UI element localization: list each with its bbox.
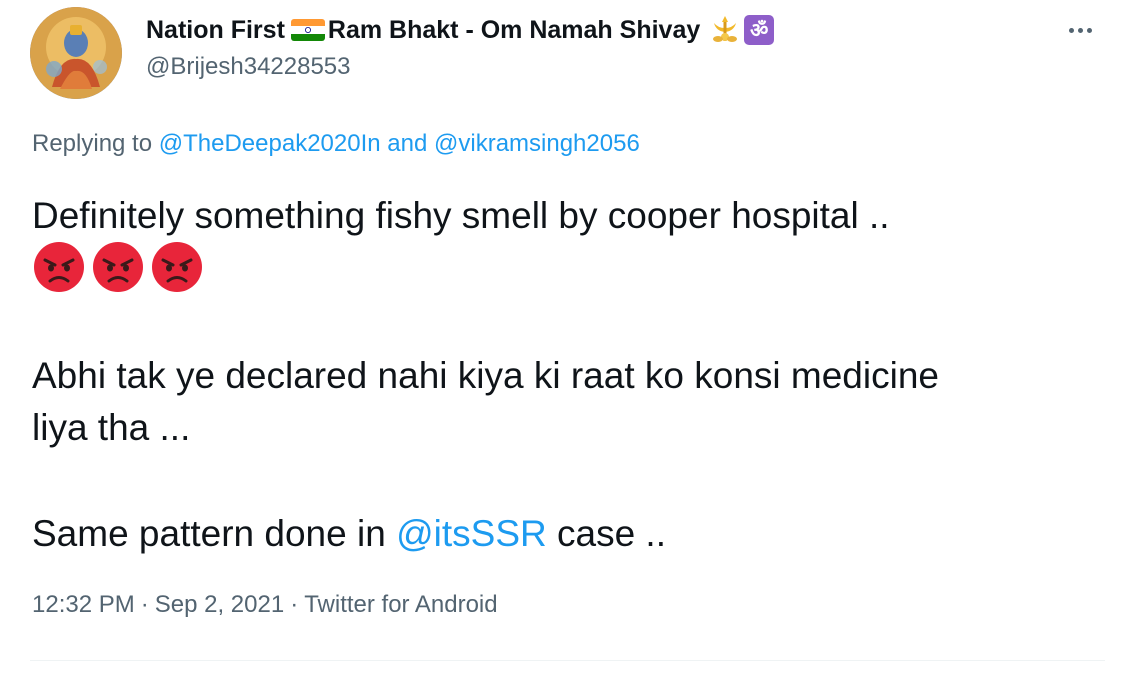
divider (30, 660, 1105, 661)
mention-itsssr[interactable]: @itsSSR (396, 513, 547, 554)
tweet-text-line-4-before: Same pattern done in (32, 513, 386, 554)
avatar[interactable] (30, 7, 122, 99)
tweet-text-line-1: Definitely something fishy smell by coop… (32, 195, 890, 236)
tweet-text-line-2: Abhi tak ye declared nahi kiya ki raat k… (32, 355, 939, 396)
angry-face-icon (34, 242, 84, 292)
tweet-date[interactable]: Sep 2, 2021 (155, 591, 284, 618)
avatar-image (30, 7, 122, 99)
angry-face-icon (152, 242, 202, 292)
display-name[interactable]: Nation First Ram Bhakt - Om Namah Shivay… (146, 12, 775, 48)
meta-separator: · (290, 591, 299, 618)
trishul-icon (710, 15, 740, 45)
india-flag-icon (290, 19, 325, 41)
replying-to: Replying to @TheDeepak2020In and @vikram… (32, 130, 640, 158)
replying-and[interactable]: and (387, 130, 427, 157)
tweet-card: Nation First Ram Bhakt - Om Namah Shivay… (0, 0, 1121, 686)
more-options-icon[interactable] (1060, 10, 1100, 50)
meta-separator: · (140, 591, 149, 618)
tweet-text-line-3: liya tha ... (32, 407, 191, 448)
replying-to-prefix: Replying to (32, 130, 153, 157)
mention-vikramsingh[interactable]: @vikramsingh2056 (434, 130, 640, 157)
display-name-part1: Nation First (146, 15, 285, 44)
om-symbol-icon: ॐ (744, 15, 775, 45)
tweet-text-line-4-after: case .. (557, 513, 666, 554)
tweet-text-line-4: Same pattern done in @itsSSR case .. (32, 508, 666, 560)
display-name-part2: Ram Bhakt - Om Namah Shivay (327, 15, 701, 44)
mention-thedeepak[interactable]: @TheDeepak2020In (159, 130, 381, 157)
tweet-source[interactable]: Twitter for Android (304, 591, 497, 618)
tweet-time[interactable]: 12:32 PM (32, 591, 135, 618)
author-handle[interactable]: @Brijesh34228553 (146, 53, 351, 81)
angry-face-icon (93, 242, 143, 292)
tweet-metadata: 12:32 PM · Sep 2, 2021 · Twitter for Android (32, 591, 498, 619)
emoji-row (33, 241, 203, 293)
